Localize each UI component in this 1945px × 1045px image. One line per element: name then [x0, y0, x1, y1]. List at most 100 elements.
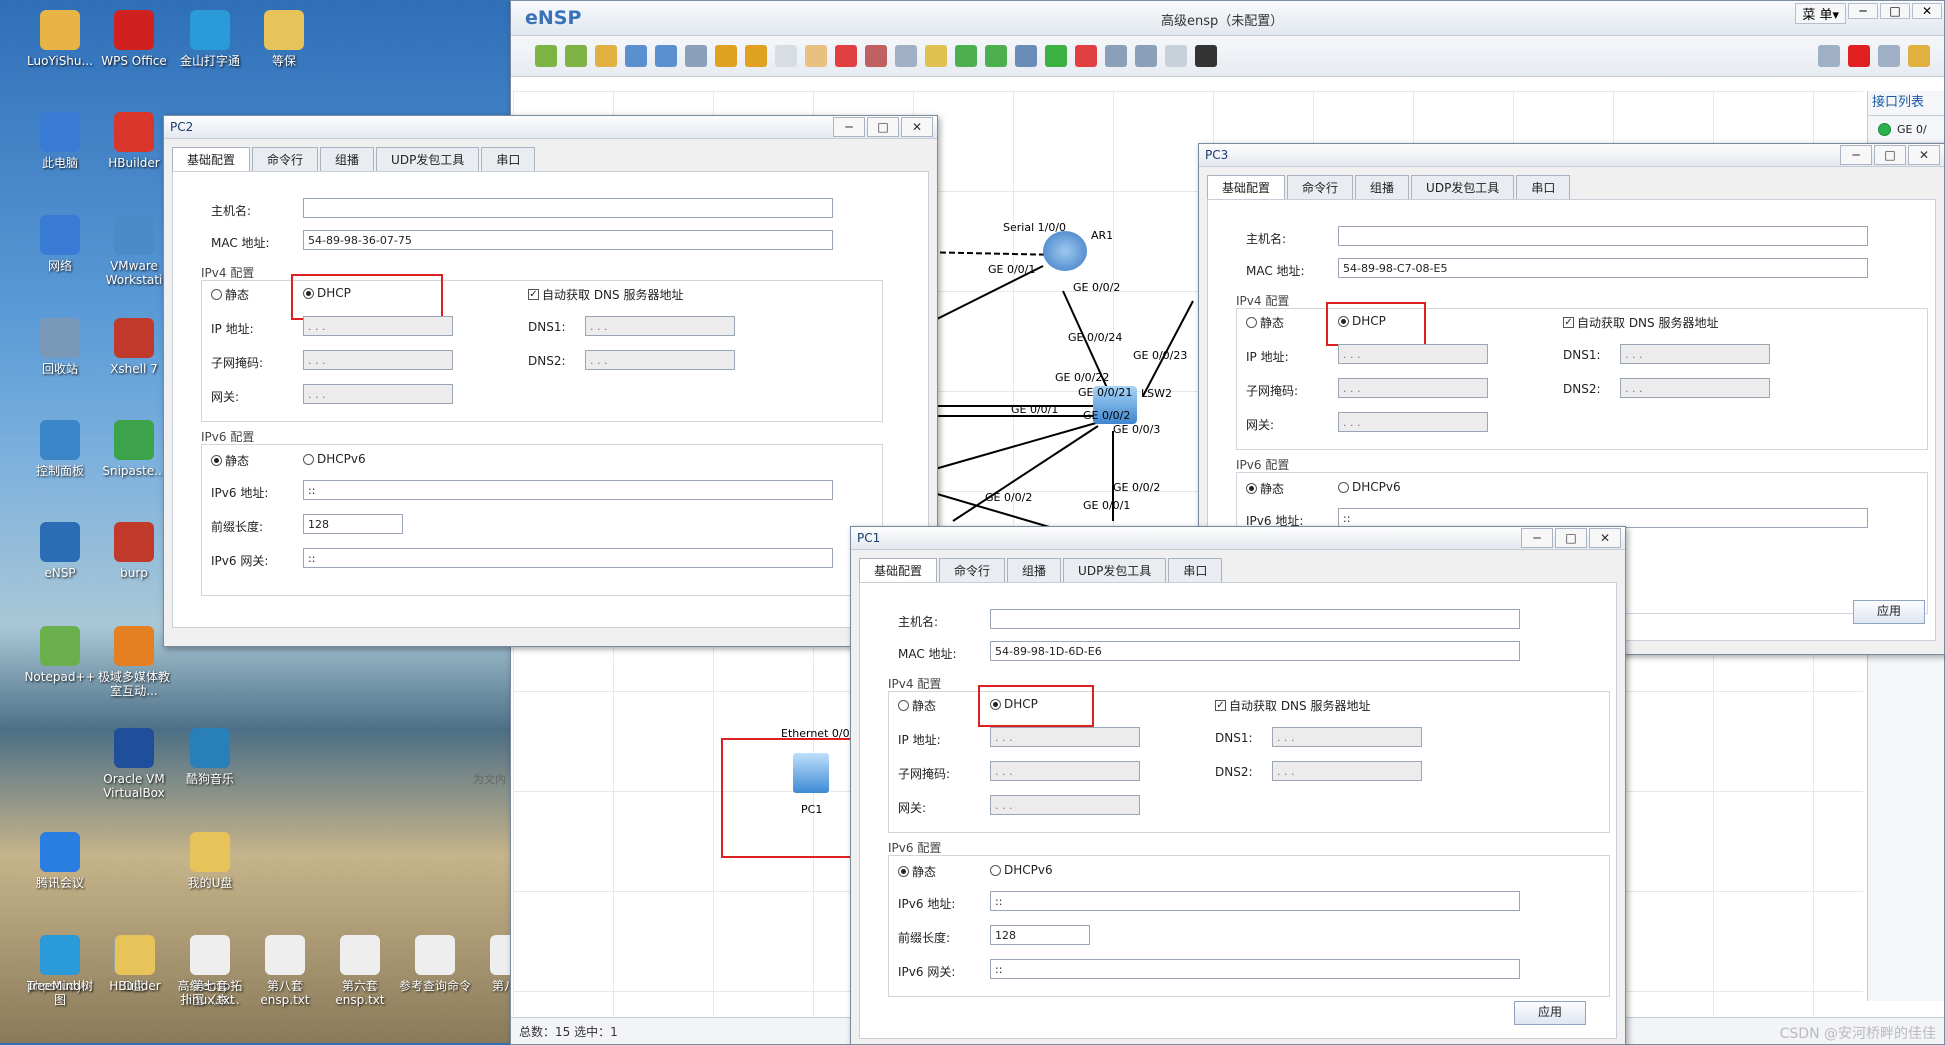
huawei-icon[interactable]	[1848, 45, 1870, 67]
desktop-icon[interactable]: Xshell 7	[96, 318, 172, 376]
new-example-icon[interactable]	[565, 45, 587, 67]
tab-udp-tool[interactable]: UDP发包工具	[1063, 558, 1167, 582]
ipv6-addr-input[interactable]: ::	[303, 480, 833, 500]
help-icon[interactable]	[1908, 45, 1930, 67]
pc2-maximize-button[interactable]: □	[867, 117, 899, 137]
desktop-icon[interactable]: 我的U盘	[172, 832, 248, 890]
desktop-icon[interactable]: HBuilder	[96, 112, 172, 170]
dns2-input[interactable]: . . .	[1272, 761, 1422, 781]
topology-icon[interactable]	[1135, 45, 1157, 67]
desktop-icon[interactable]: 第八套ensp.txt	[247, 935, 323, 1007]
auto-dns-checkbox[interactable]: ✓ 自动获取 DNS 服务器地址	[1215, 697, 1370, 714]
mac-input[interactable]: 54-89-98-36-07-75	[303, 230, 833, 250]
ensp-close-button[interactable]: ✕	[1912, 3, 1942, 19]
hostname-input[interactable]	[303, 198, 833, 218]
desktop-icon[interactable]: 腾讯会议	[22, 832, 98, 890]
pc1-apply-button[interactable]: 应用	[1514, 1001, 1586, 1025]
pc1-close-button[interactable]: ✕	[1589, 528, 1621, 548]
desktop-icon[interactable]: 第六套ensp.txt	[322, 935, 398, 1007]
zoom-in-icon[interactable]	[955, 45, 977, 67]
delete-icon[interactable]	[835, 45, 857, 67]
mac-input[interactable]: 54-89-98-C7-08-E5	[1338, 258, 1868, 278]
desktop-icon[interactable]: 第七套linux.txt	[172, 935, 248, 1007]
prefix-input[interactable]: 128	[303, 514, 403, 534]
desktop-icon[interactable]: 参考查询命令	[397, 935, 473, 993]
static-radio[interactable]: 静态	[898, 697, 936, 714]
delete-link-icon[interactable]	[865, 45, 887, 67]
desktop-icon[interactable]: WPS Office	[96, 10, 172, 68]
ipv6-gw-input[interactable]: ::	[990, 959, 1520, 979]
gateway-input[interactable]: . . .	[990, 795, 1140, 815]
dns2-input[interactable]: . . .	[1620, 378, 1770, 398]
grid-icon[interactable]	[1165, 45, 1187, 67]
mask-input[interactable]: . . .	[1338, 378, 1488, 398]
palette-icon[interactable]	[925, 45, 947, 67]
mask-input[interactable]: . . .	[990, 761, 1140, 781]
tab-udp-tool[interactable]: UDP发包工具	[376, 147, 480, 171]
print-icon[interactable]	[685, 45, 707, 67]
gateway-input[interactable]: . . .	[1338, 412, 1488, 432]
ipv6-gw-input[interactable]: ::	[303, 548, 833, 568]
ipv6-addr-input[interactable]: ::	[1338, 508, 1868, 528]
dns1-input[interactable]: . . .	[1272, 727, 1422, 747]
pc3-close-button[interactable]: ✕	[1908, 145, 1940, 165]
desktop-icon[interactable]: Snipaste...	[96, 420, 172, 478]
settings-icon[interactable]	[1878, 45, 1900, 67]
hostname-input[interactable]	[990, 609, 1520, 629]
desktop-icon[interactable]: 等保	[246, 10, 322, 68]
tab-serial[interactable]: 串口	[1516, 175, 1571, 199]
static-radio[interactable]: 静态	[211, 286, 249, 303]
dhcpv6-radio[interactable]: DHCPv6	[990, 863, 1053, 877]
ensp-maximize-button[interactable]: □	[1880, 3, 1910, 19]
desktop-icon[interactable]: 回收站	[22, 318, 98, 376]
pc2-close-button[interactable]: ✕	[901, 117, 933, 137]
dhcpv6-radio[interactable]: DHCPv6	[1338, 480, 1401, 494]
open-icon[interactable]	[595, 45, 617, 67]
desktop-icon[interactable]: Notepad++	[22, 626, 98, 684]
mask-input[interactable]: . . .	[303, 350, 453, 370]
tab-command-line[interactable]: 命令行	[1287, 175, 1354, 199]
tab-multicast[interactable]: 组播	[320, 147, 375, 171]
terminal-icon[interactable]	[1195, 45, 1217, 67]
desktop-icon[interactable]: 金山打字通	[172, 10, 248, 68]
desktop-icon[interactable]: 此电脑	[22, 112, 98, 170]
auto-dns-checkbox[interactable]: ✓ 自动获取 DNS 服务器地址	[1563, 314, 1718, 331]
hand-icon[interactable]	[805, 45, 827, 67]
static-radio[interactable]: 静态	[1246, 314, 1284, 331]
dns1-input[interactable]: . . .	[585, 316, 735, 336]
pc1-maximize-button[interactable]: □	[1555, 528, 1587, 548]
tab-basic-config[interactable]: 基础配置	[1207, 175, 1286, 199]
ipv6-static-radio[interactable]: 静态	[211, 452, 249, 469]
dns2-input[interactable]: . . .	[585, 350, 735, 370]
router-ar1-icon[interactable]	[1043, 231, 1087, 271]
stop-icon[interactable]	[1075, 45, 1097, 67]
ensp-minimize-button[interactable]: ─	[1848, 3, 1878, 19]
tab-serial[interactable]: 串口	[1168, 558, 1223, 582]
start-icon[interactable]	[1045, 45, 1067, 67]
tab-udp-tool[interactable]: UDP发包工具	[1411, 175, 1515, 199]
desktop-icon[interactable]: 极域多媒体教室互动...	[96, 626, 172, 698]
tab-multicast[interactable]: 组播	[1007, 558, 1062, 582]
hostname-input[interactable]	[1338, 226, 1868, 246]
ip-input[interactable]: . . .	[1338, 344, 1488, 364]
pc2-minimize-button[interactable]: ─	[833, 117, 865, 137]
ip-input[interactable]: . . .	[303, 316, 453, 336]
desktop-icon[interactable]: 控制面板	[22, 420, 98, 478]
desktop-icon[interactable]: burp	[96, 522, 172, 580]
save-as-icon[interactable]	[655, 45, 677, 67]
fit-icon[interactable]	[1015, 45, 1037, 67]
interface-list-item[interactable]: GE 0/	[1868, 116, 1944, 143]
select-icon[interactable]	[775, 45, 797, 67]
desktop-icon[interactable]: HBuilder	[97, 935, 173, 993]
pc3-minimize-button[interactable]: ─	[1840, 145, 1872, 165]
desktop-icon[interactable]: TreeMind树图	[22, 935, 98, 1007]
tab-command-line[interactable]: 命令行	[939, 558, 1006, 582]
zoom-out-icon[interactable]	[985, 45, 1007, 67]
tab-multicast[interactable]: 组播	[1355, 175, 1410, 199]
ipv6-addr-input[interactable]: ::	[990, 891, 1520, 911]
menu-button[interactable]: 菜 单▾	[1795, 3, 1846, 24]
prefix-input[interactable]: 128	[990, 925, 1090, 945]
dns1-input[interactable]: . . .	[1620, 344, 1770, 364]
tab-basic-config[interactable]: 基础配置	[859, 558, 938, 582]
pc3-maximize-button[interactable]: □	[1874, 145, 1906, 165]
